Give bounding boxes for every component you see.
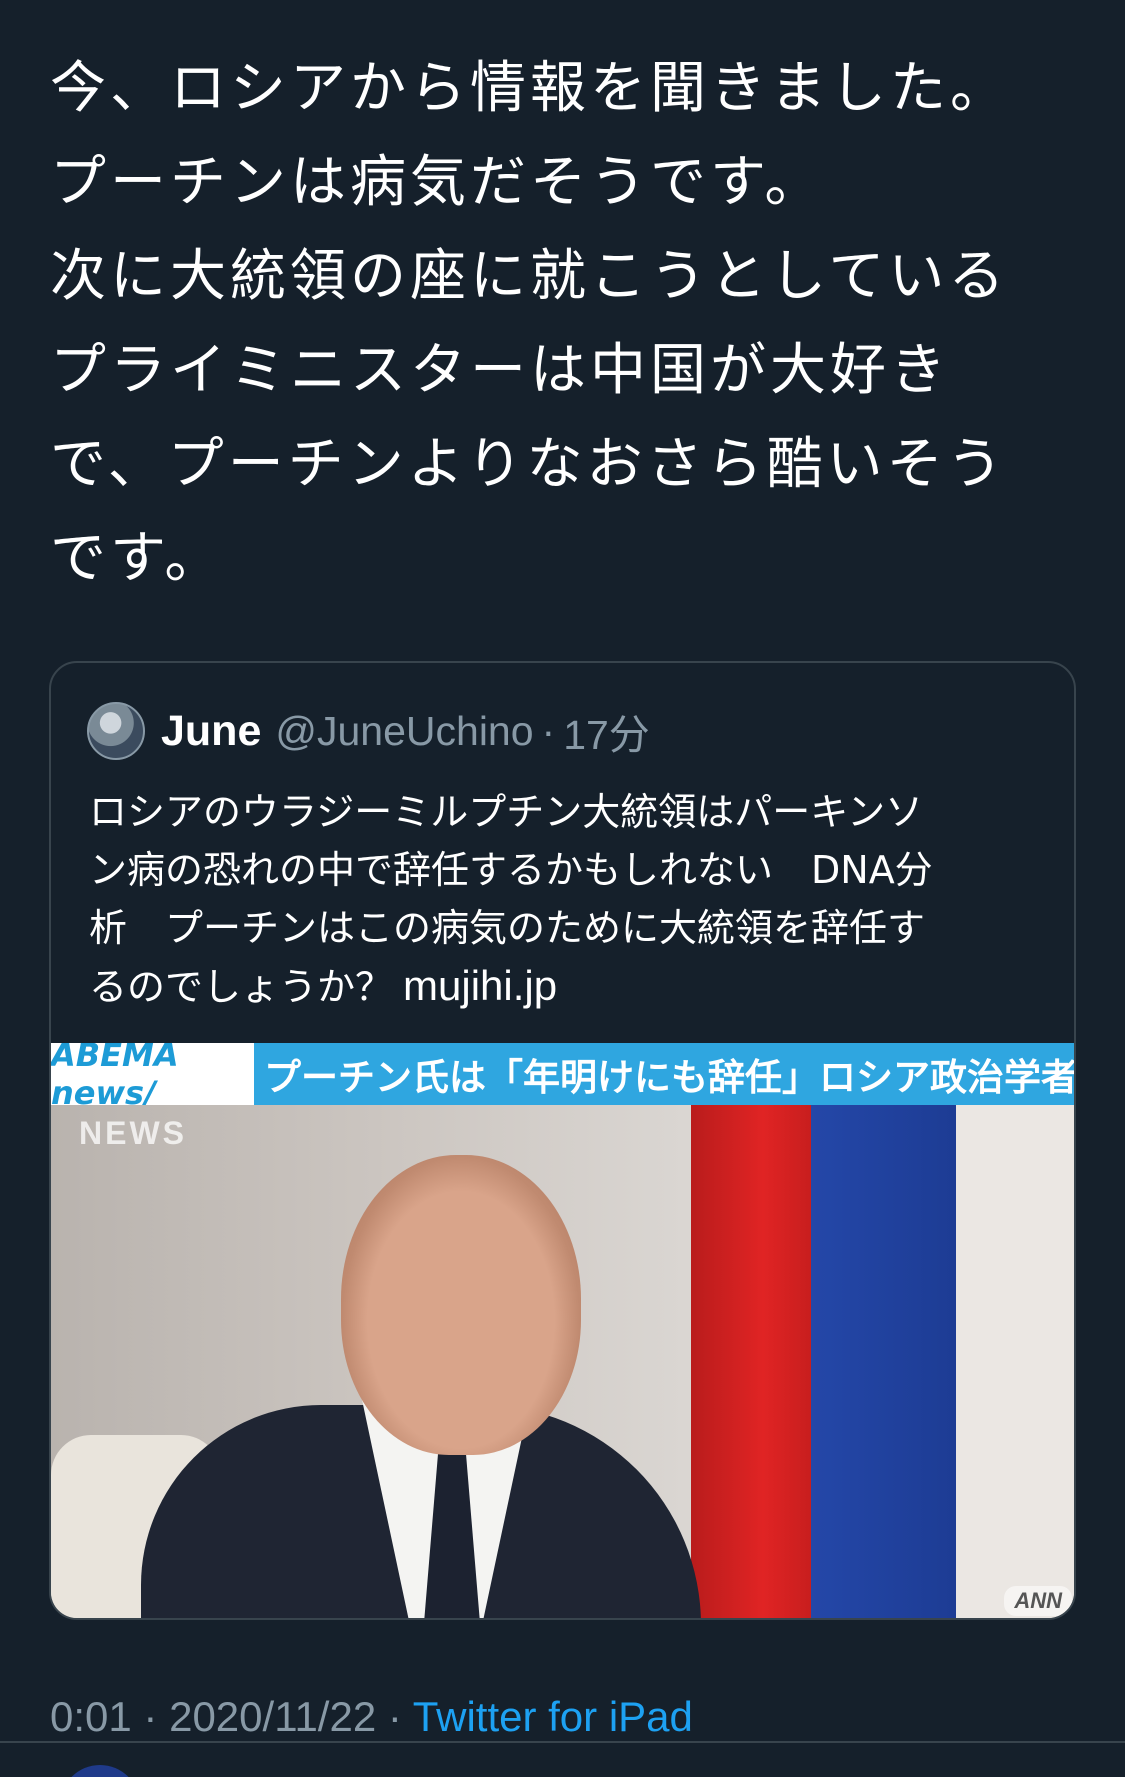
flag-blue-stripe (811, 1105, 956, 1618)
author-handle[interactable]: @JuneUchino (275, 708, 533, 755)
news-headline: プーチン氏は「年明けにも辞任」ロシア政治学者 (254, 1043, 1074, 1105)
tweet-meta: 0:01 · 2020/11/22 · Twitter for iPad (50, 1693, 693, 1741)
tweet-text: 今、ロシアから情報を聞きました。 プーチンは病気だそうです。 次に大統領の座に就… (50, 42, 1090, 606)
quoted-tweet-card[interactable]: June @JuneUchino · 17分 ロシアのウラジーミルプチン大統領は… (49, 661, 1076, 1620)
news-banner: ABEMA news/ プーチン氏は「年明けにも辞任」ロシア政治学者 (51, 1043, 1074, 1112)
quoted-tweet-line: ン病の恐れの中で辞任するかもしれない DNA分 (89, 848, 933, 892)
quoted-tweet-line: 析 プーチンはこの病気のために大統領を辞任す (89, 906, 926, 950)
ann-watermark: ANN (1004, 1586, 1072, 1616)
author-name[interactable]: June (161, 707, 261, 756)
quoted-tweet-media[interactable]: ABEMA news/ プーチン氏は「年明けにも辞任」ロシア政治学者 NEWS … (51, 1043, 1074, 1618)
avatar[interactable] (60, 1765, 140, 1777)
tweet-line: プライミニスターは中国が大好き (50, 338, 950, 403)
quoted-tweet-line-text: るのでしょうか？ (89, 965, 394, 1009)
separator-dot: · (143, 1693, 158, 1740)
tweet-source-link[interactable]: Twitter for iPad (413, 1693, 693, 1740)
avatar[interactable] (87, 702, 145, 760)
head-shape (341, 1155, 581, 1455)
separator-dot: · (541, 707, 556, 754)
divider (0, 1741, 1125, 1743)
tweet-time: 0:01 (50, 1693, 132, 1740)
quoted-tweet-time[interactable]: 17分 (563, 701, 650, 761)
tweet-line: です。 (50, 526, 225, 591)
quoted-tweet-line: ロシアのウラジーミルプチン大統領はパーキンソ (89, 790, 924, 834)
news-watermark: NEWS (79, 1115, 187, 1151)
quoted-tweet-line: るのでしょうか？ mujihi.jp (89, 957, 1039, 1016)
tweet-line: 今、ロシアから情報を聞きました。 (50, 56, 1010, 121)
flag-red-stripe (691, 1105, 811, 1618)
quoted-tweet-link[interactable]: mujihi.jp (403, 962, 557, 1009)
separator-dot: · (387, 1693, 402, 1740)
tweet-line: プーチンは病気だそうです。 (50, 150, 825, 215)
flag-white-stripe (956, 1105, 1074, 1618)
quoted-tweet-text: ロシアのウラジーミルプチン大統領はパーキンソ ン病の恐れの中で辞任するかもしれな… (89, 783, 1039, 1016)
news-brand-logo: ABEMA news/ (51, 1043, 254, 1112)
news-photo: NEWS ANN (51, 1105, 1074, 1618)
tweet-line: で、プーチンよりなおさら酷いそう (50, 432, 1007, 497)
tweet-line: 次に大統領の座に就こうとしている (50, 244, 1009, 309)
tweet-date: 2020/11/22 (169, 1693, 377, 1740)
quoted-tweet-header: June @JuneUchino · 17分 (87, 701, 650, 761)
